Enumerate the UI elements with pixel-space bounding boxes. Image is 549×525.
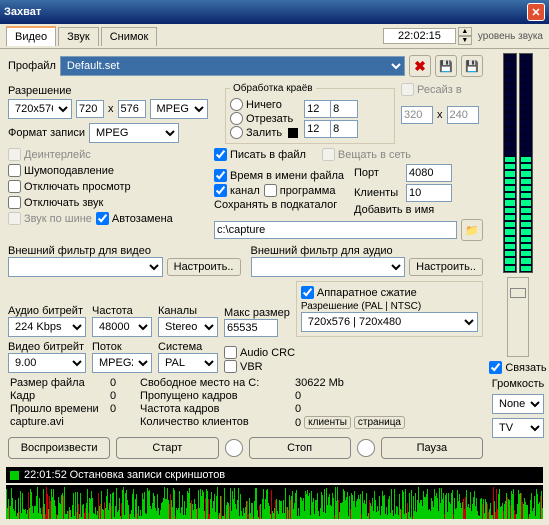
level-label: уровень звука	[478, 31, 543, 42]
time-in-name-check[interactable]	[214, 169, 227, 182]
abr-label: Аудио битрейт	[8, 305, 86, 317]
ch-label: Каналы	[158, 305, 218, 317]
vol-dev2[interactable]: TV	[492, 418, 544, 438]
resize-w	[401, 106, 433, 124]
start-button[interactable]: Старт	[116, 437, 218, 459]
addname-label: Добавить в имя	[354, 204, 452, 216]
play-button[interactable]: Воспроизвести	[8, 437, 110, 459]
edge-none[interactable]	[230, 98, 243, 111]
noview-check[interactable]	[8, 180, 21, 193]
res-preset[interactable]: 720x576	[8, 99, 72, 119]
hwres-label: Разрешение (PAL | NTSC)	[301, 301, 478, 312]
waveform	[6, 485, 543, 519]
res-w[interactable]	[76, 100, 104, 118]
hw-check[interactable]	[301, 286, 314, 299]
resolution-label: Разрешение	[8, 85, 215, 97]
stream-select[interactable]: MPEG2	[92, 353, 152, 373]
level-meters	[503, 53, 533, 273]
time-spinner[interactable]: ▲▼	[458, 27, 472, 45]
vol-dev1[interactable]: None	[492, 394, 544, 414]
timecode: 22:02:15	[383, 28, 456, 44]
stats-grid: Размер файла0 Свободное место на C:30622…	[4, 377, 487, 429]
max-label: Макс размер	[224, 307, 290, 319]
edge-v2[interactable]	[330, 100, 358, 118]
res-codec[interactable]: MPEG2	[150, 99, 208, 119]
log-bar: 22:01:52 Остановка записи скриншотов	[6, 467, 543, 483]
level-slider[interactable]	[507, 277, 529, 357]
save-profile-button[interactable]: 💾	[435, 55, 457, 77]
deint-check	[8, 148, 21, 161]
afilter-config[interactable]: Настроить..	[409, 258, 483, 276]
nosound-check[interactable]	[8, 196, 21, 209]
afilter-label: Внешний фильтр для аудио	[251, 245, 484, 257]
clock-icon-1	[225, 439, 243, 457]
port-input[interactable]	[406, 164, 452, 182]
titlebar: Захват ✕	[0, 0, 549, 24]
noise-check[interactable]	[8, 164, 21, 177]
path-input[interactable]	[214, 221, 457, 239]
tab-bar: Видео Звук Снимок 22:02:15 ▲▼ уровень зв…	[0, 24, 549, 49]
autorepl-check[interactable]	[96, 212, 109, 225]
browse-folder-button[interactable]: 📁	[461, 219, 483, 241]
save-as-button[interactable]: 💾	[461, 55, 483, 77]
vbr-select[interactable]: 9.00	[8, 353, 86, 373]
stream-label: Поток	[92, 341, 152, 353]
delete-profile-button[interactable]: ✖	[409, 55, 431, 77]
format-select[interactable]: MPEG	[89, 123, 179, 143]
page-btn[interactable]: страница	[354, 416, 405, 429]
save-sub-label: Сохранять в подкаталог	[214, 199, 344, 211]
stop-button[interactable]: Стоп	[249, 437, 351, 459]
vol-label: Громкость	[492, 378, 544, 390]
crc-check[interactable]	[224, 346, 237, 359]
vfilter-select[interactable]	[8, 257, 163, 277]
vbr-label: Видео битрейт	[8, 341, 86, 353]
clock-icon-2	[357, 439, 375, 457]
freq-select[interactable]: 48000	[92, 317, 152, 337]
tab-audio[interactable]: Звук	[58, 27, 99, 46]
channel-check[interactable]	[214, 184, 227, 197]
link-check[interactable]	[489, 361, 502, 374]
vfilter-label: Внешний фильтр для видео	[8, 245, 241, 257]
res-h[interactable]	[118, 100, 146, 118]
resize-h	[447, 106, 479, 124]
edge-fill[interactable]	[230, 126, 243, 139]
bus-check	[8, 212, 21, 225]
edge-cut[interactable]	[230, 112, 243, 125]
filename: capture.avi	[10, 416, 110, 429]
edge-v4[interactable]	[330, 120, 358, 138]
pause-button[interactable]: Пауза	[381, 437, 483, 459]
program-check[interactable]	[264, 184, 277, 197]
ch-select[interactable]: Stereo	[158, 317, 218, 337]
profile-label: Профайл	[8, 60, 56, 72]
window-title: Захват	[4, 6, 41, 18]
hwres-select[interactable]: 720x576 | 720x480	[301, 312, 478, 332]
tab-video[interactable]: Видео	[6, 26, 56, 46]
format-label: Формат записи	[8, 127, 85, 139]
abr-select[interactable]: 224 Kbps	[8, 317, 86, 337]
afilter-select[interactable]	[251, 257, 406, 277]
edge-v1[interactable]	[304, 100, 332, 118]
vfilter-config[interactable]: Настроить..	[167, 258, 241, 276]
max-input[interactable]	[224, 319, 278, 337]
sys-label: Система	[158, 341, 218, 353]
edge-v3[interactable]	[304, 120, 332, 138]
resize-check	[401, 83, 414, 96]
net-check	[322, 148, 335, 161]
vbr-check[interactable]	[224, 360, 237, 373]
write-file-check[interactable]	[214, 148, 227, 161]
close-button[interactable]: ✕	[527, 3, 545, 21]
clients-input[interactable]	[406, 184, 452, 202]
edges-group: Обработка краёв Ничего Отрезать Залить	[225, 83, 395, 144]
tab-snapshot[interactable]: Снимок	[101, 27, 158, 46]
hw-group: Аппаратное сжатие Разрешение (PAL | NTSC…	[296, 281, 483, 337]
status-dot-icon	[10, 471, 19, 480]
clients-btn[interactable]: клиенты	[304, 416, 351, 429]
sys-select[interactable]: PAL	[158, 353, 218, 373]
clients-label: Клиенты	[354, 187, 402, 199]
port-label: Порт	[354, 167, 402, 179]
freq-label: Частота	[92, 305, 152, 317]
profile-select[interactable]: Default.set	[60, 56, 405, 76]
edges-title: Обработка краёв	[230, 83, 316, 94]
